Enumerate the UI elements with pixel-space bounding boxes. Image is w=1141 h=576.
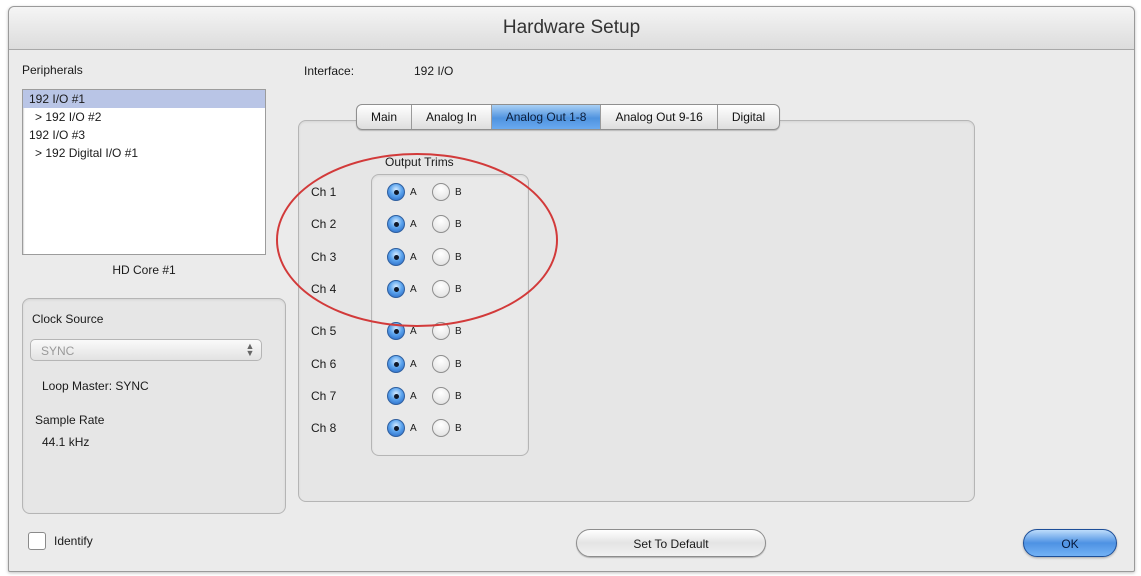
window-title: Hardware Setup xyxy=(9,7,1134,50)
channel-label: Ch 1 xyxy=(311,185,337,199)
trim-radio-a[interactable] xyxy=(387,387,405,405)
trim-radio-b[interactable] xyxy=(432,355,450,373)
trim-option-b-label: B xyxy=(455,284,462,295)
tab-bar: Main Analog In Analog Out 1-8 Analog Out… xyxy=(356,104,781,130)
trim-radio-a[interactable] xyxy=(387,183,405,201)
clock-source-value: SYNC xyxy=(41,344,75,358)
clock-groupbox xyxy=(22,298,286,514)
trim-radio-a[interactable] xyxy=(387,248,405,266)
trim-option-a-label: A xyxy=(410,326,417,337)
trim-option-b-label: B xyxy=(455,359,462,370)
sample-rate-label: Sample Rate xyxy=(35,413,105,427)
trim-option-b-label: B xyxy=(455,391,462,402)
set-to-default-button[interactable]: Set To Default xyxy=(576,529,766,557)
trim-radio-b[interactable] xyxy=(432,248,450,266)
peripheral-item[interactable]: > 192 Digital I/O #1 xyxy=(23,144,265,162)
clock-source-label: Clock Source xyxy=(32,312,104,326)
trim-option-a-label: A xyxy=(410,359,417,370)
sample-rate-value: 44.1 kHz xyxy=(42,435,90,449)
peripherals-list[interactable]: 192 I/O #1 > 192 I/O #2 192 I/O #3 > 192… xyxy=(22,89,266,255)
tab-main[interactable]: Main xyxy=(357,105,413,129)
channel-label: Ch 3 xyxy=(311,250,337,264)
trim-radio-b[interactable] xyxy=(432,215,450,233)
trim-option-a-label: A xyxy=(410,252,417,263)
trim-radio-a[interactable] xyxy=(387,280,405,298)
peripherals-label: Peripherals xyxy=(22,63,83,77)
hd-core-label: HD Core #1 xyxy=(112,263,176,277)
peripheral-item[interactable]: 192 I/O #1 xyxy=(23,90,265,108)
channel-label: Ch 2 xyxy=(311,217,337,231)
trim-option-b-label: B xyxy=(455,187,462,198)
trim-option-b-label: B xyxy=(455,423,462,434)
channel-label: Ch 5 xyxy=(311,324,337,338)
trim-radio-a[interactable] xyxy=(387,419,405,437)
trim-radio-a[interactable] xyxy=(387,355,405,373)
trim-option-a-label: A xyxy=(410,391,417,402)
trim-option-b-label: B xyxy=(455,219,462,230)
trim-option-a-label: A xyxy=(410,423,417,434)
tab-digital[interactable]: Digital xyxy=(718,105,779,129)
trim-option-b-label: B xyxy=(455,252,462,263)
popup-arrows-icon: ▲ ▼ xyxy=(245,341,255,358)
clock-source-select[interactable]: SYNC ▲ ▼ xyxy=(30,339,262,361)
channel-label: Ch 7 xyxy=(311,389,337,403)
tab-analog-in[interactable]: Analog In xyxy=(412,105,492,129)
ok-button[interactable]: OK xyxy=(1023,529,1117,557)
channel-label: Ch 8 xyxy=(311,421,337,435)
interface-label: Interface: xyxy=(304,64,355,78)
trim-radio-b[interactable] xyxy=(432,419,450,437)
trim-radio-a[interactable] xyxy=(387,322,405,340)
identify-label: Identify xyxy=(54,534,93,548)
trim-option-a-label: A xyxy=(410,284,417,295)
trim-option-a-label: A xyxy=(410,219,417,230)
hardware-setup-window: Hardware Setup Peripherals 192 I/O #1 > … xyxy=(8,6,1135,572)
output-trims-label: Output Trims xyxy=(385,155,454,169)
peripheral-item[interactable]: > 192 I/O #2 xyxy=(23,108,265,126)
trim-radio-a[interactable] xyxy=(387,215,405,233)
trim-option-a-label: A xyxy=(410,187,417,198)
tab-analog-out-9-16[interactable]: Analog Out 9-16 xyxy=(601,105,718,129)
channel-label: Ch 6 xyxy=(311,357,337,371)
trim-radio-b[interactable] xyxy=(432,183,450,201)
trim-radio-b[interactable] xyxy=(432,322,450,340)
trim-option-b-label: B xyxy=(455,326,462,337)
tab-analog-out-1-8[interactable]: Analog Out 1-8 xyxy=(491,105,602,129)
trim-radio-b[interactable] xyxy=(432,280,450,298)
interface-value: 192 I/O xyxy=(414,64,454,78)
identify-checkbox[interactable] xyxy=(28,532,46,550)
channel-label: Ch 4 xyxy=(311,282,337,296)
peripheral-item[interactable]: 192 I/O #3 xyxy=(23,126,265,144)
trim-radio-b[interactable] xyxy=(432,387,450,405)
loop-master-label: Loop Master: SYNC xyxy=(42,379,149,393)
